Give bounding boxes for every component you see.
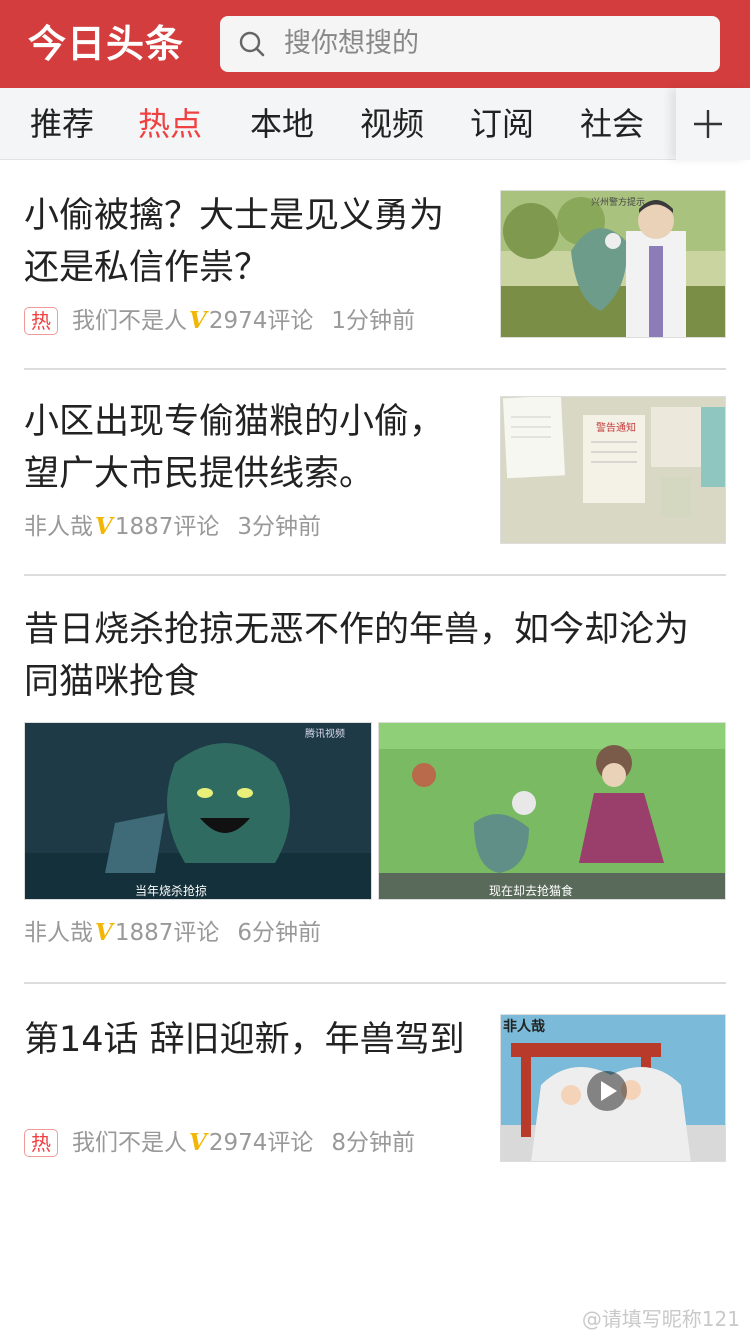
tab-recommend[interactable]: 推荐 [30, 88, 94, 160]
search-box[interactable]: 搜你想搜的 [220, 16, 720, 72]
article-thumbnail[interactable]: 警告通知 [500, 396, 726, 544]
publish-time: 6分钟前 [237, 920, 322, 946]
article-item[interactable]: 小区出现专偷猫粮的小偷， 望广大市民提供线索。 非人哉 V 1887评论 3分钟… [24, 396, 726, 546]
article-title[interactable]: 小区出现专偷猫粮的小偷， 望广大市民提供线索。 [24, 396, 444, 500]
top-bar: 今日头条 搜你想搜的 [0, 0, 750, 88]
channel-tabs: 推荐 热点 本地 视频 订阅 社会 [0, 88, 750, 160]
article-title-line: 还是私信作祟？ [24, 248, 270, 288]
article-title[interactable]: 小偷被擒？大士是见义勇为 还是私信作祟？ [24, 190, 444, 294]
hot-badge: 热 [24, 1129, 58, 1157]
verified-icon: V [189, 1129, 207, 1156]
verified-icon: V [189, 307, 207, 334]
search-icon [239, 31, 265, 57]
image-caption: 当年烧杀抢掠 [135, 883, 207, 898]
plus-icon [694, 110, 722, 138]
video-brand-text: 非人哉 [503, 1018, 545, 1035]
article-title-line: 昔日烧杀抢掠无恶不作的年兽，如今却沦为 [24, 610, 690, 650]
video-thumbnail[interactable]: 非人哉 [500, 1014, 726, 1162]
video-brand-text: 腾讯视频 [305, 727, 345, 740]
hot-badge: 热 [24, 307, 58, 335]
comment-count: 2974评论 [208, 308, 314, 334]
comment-count: 2974评论 [208, 1130, 314, 1156]
verified-icon: V [95, 919, 113, 946]
tab-local[interactable]: 本地 [250, 88, 314, 160]
article-meta: 非人哉 V 1887评论 6分钟前 [24, 918, 321, 948]
article-meta: 热 我们不是人 V 2974评论 1分钟前 [24, 306, 415, 336]
article-title-line: 小偷被擒？大士是见义勇为 [24, 196, 445, 236]
article-title-line: 望广大市民提供线索。 [24, 454, 375, 494]
article-meta: 热 我们不是人 V 2974评论 8分钟前 [24, 1128, 415, 1158]
tab-society[interactable]: 社会 [580, 88, 644, 160]
divider [24, 982, 726, 984]
add-channel-button[interactable] [676, 88, 750, 160]
publish-time: 3分钟前 [237, 514, 322, 540]
search-placeholder: 搜你想搜的 [284, 28, 419, 59]
tab-video[interactable]: 视频 [360, 88, 424, 160]
article-item[interactable]: 第14话 辞旧迎新，年兽驾到 热 我们不是人 V 2974评论 8分钟前 非人哉 [24, 1014, 726, 1164]
tab-hot[interactable]: 热点 [138, 88, 202, 160]
article-image[interactable]: 腾讯视频 当年烧杀抢掠 [24, 722, 372, 900]
app-logo[interactable]: 今日头条 [28, 20, 184, 68]
verified-icon: V [95, 513, 113, 540]
article-item[interactable]: 小偷被擒？大士是见义勇为 还是私信作祟？ 热 我们不是人 V 2974评论 1分… [24, 190, 726, 340]
source-name[interactable]: 非人哉 [24, 918, 93, 948]
article-item[interactable]: 昔日烧杀抢掠无恶不作的年兽，如今却沦为 同猫咪抢食 腾讯视频 当年烧杀抢掠 现在… [24, 604, 726, 964]
article-title[interactable]: 第14话 辞旧迎新，年兽驾到 [24, 1014, 465, 1066]
article-title-line: 同猫咪抢食 [24, 662, 200, 702]
publish-time: 8分钟前 [331, 1130, 416, 1156]
divider [24, 574, 726, 576]
notice-text: 警告通知 [596, 421, 636, 434]
source-name[interactable]: 我们不是人 [72, 1128, 187, 1158]
divider [24, 368, 726, 370]
article-title[interactable]: 昔日烧杀抢掠无恶不作的年兽，如今却沦为 同猫咪抢食 [24, 604, 726, 708]
comment-count: 1887评论 [114, 920, 220, 946]
publish-time: 1分钟前 [331, 308, 416, 334]
article-meta: 非人哉 V 1887评论 3分钟前 [24, 512, 321, 542]
svg-text:兴州警方提示: 兴州警方提示 [591, 196, 645, 208]
article-image[interactable]: 现在却去抢猫食 [378, 722, 726, 900]
image-caption: 现在却去抢猫食 [489, 883, 573, 898]
source-name[interactable]: 我们不是人 [72, 306, 187, 336]
article-title-line: 小区出现专偷猫粮的小偷， [24, 402, 445, 442]
comment-count: 1887评论 [114, 514, 220, 540]
tab-subscribe[interactable]: 订阅 [470, 88, 534, 160]
source-name[interactable]: 非人哉 [24, 512, 93, 542]
article-thumbnail[interactable]: 兴州警方提示 [500, 190, 726, 338]
watermark: @请填写昵称121 [581, 1307, 740, 1331]
